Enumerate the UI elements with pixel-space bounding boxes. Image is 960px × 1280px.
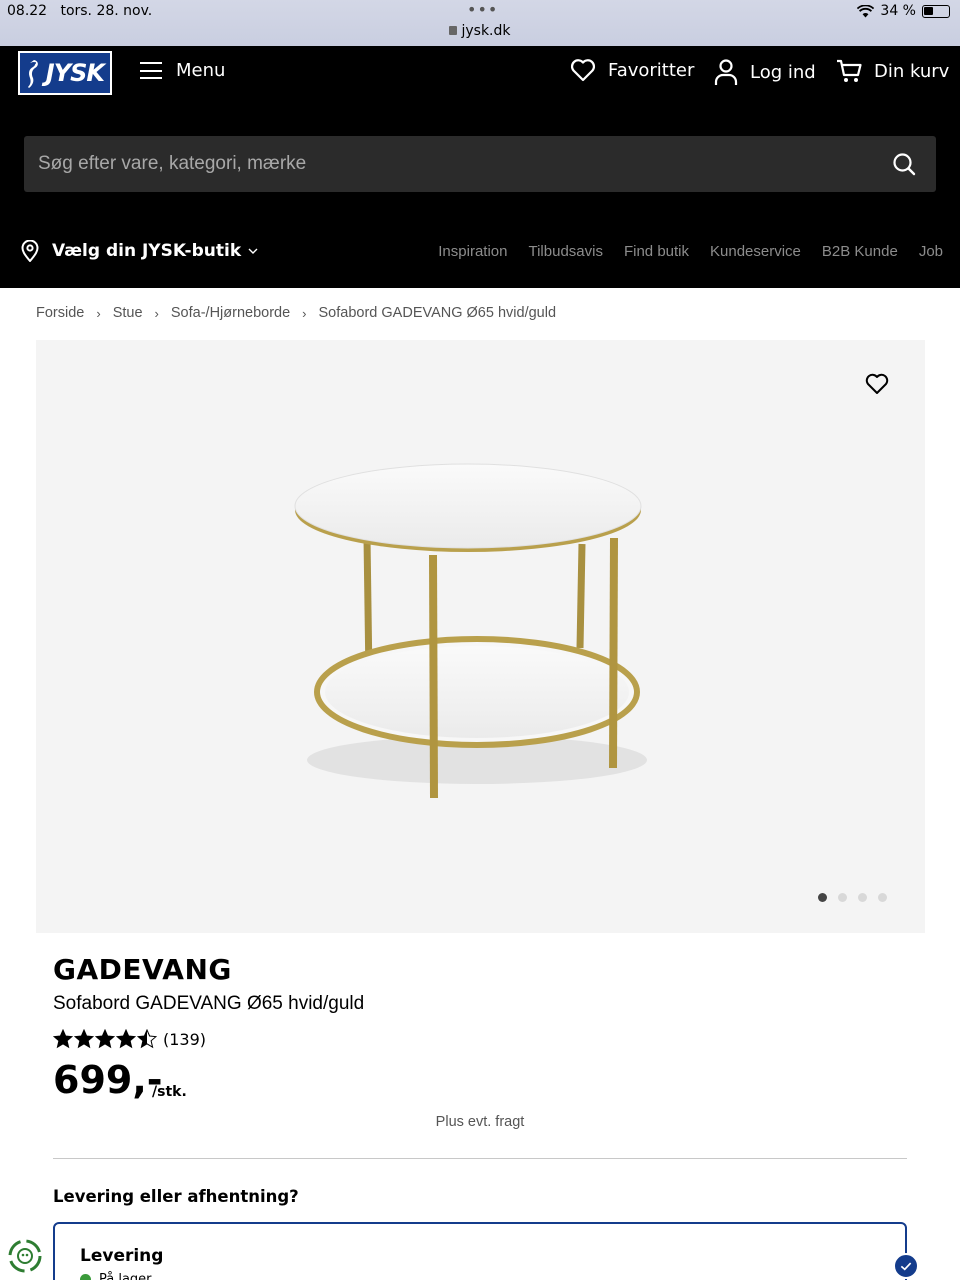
battery-percent: 34 % — [880, 3, 916, 19]
gallery-dot[interactable] — [858, 893, 867, 902]
cart-icon — [837, 59, 862, 82]
breadcrumb: Forside › Stue › Sofa-/Hjørneborde › Sof… — [36, 305, 556, 321]
product-gallery[interactable] — [36, 340, 925, 933]
nav-b2b-kunde[interactable]: B2B Kunde — [822, 243, 898, 260]
menu-label: Menu — [176, 60, 226, 81]
login-label: Log ind — [750, 61, 816, 83]
breadcrumb-current: Sofabord GADEVANG Ø65 hvid/guld — [318, 305, 557, 321]
product-rating[interactable]: (139) — [53, 1029, 206, 1049]
status-time: 08.22 tors. 28. nov. — [7, 3, 153, 19]
lock-icon — [449, 26, 458, 35]
search-icon[interactable] — [892, 152, 916, 176]
search-bar — [24, 136, 936, 192]
jysk-logo[interactable]: JYSK — [18, 51, 112, 95]
login-link[interactable]: Log ind — [714, 58, 816, 86]
stock-status: På lager — [80, 1272, 152, 1280]
wifi-icon — [857, 4, 875, 17]
location-pin-icon — [21, 240, 39, 262]
nav-kundeservice[interactable]: Kundeservice — [710, 243, 801, 260]
status-date: tors. 28. nov. — [60, 3, 153, 19]
stock-dot-icon — [80, 1274, 91, 1280]
breadcrumb-stue[interactable]: Stue — [113, 305, 143, 321]
star-icon — [137, 1029, 157, 1049]
recycle-badge-icon[interactable] — [6, 1237, 44, 1275]
url-text: jysk.dk — [461, 23, 511, 39]
gallery-dot[interactable] — [818, 893, 827, 902]
stock-status-text: På lager — [99, 1272, 152, 1280]
search-input[interactable] — [24, 136, 884, 192]
status-right: 34 % — [857, 3, 950, 19]
delivery-question: Levering eller afhentning? — [53, 1187, 299, 1206]
star-icon — [53, 1029, 73, 1049]
breadcrumb-forside[interactable]: Forside — [36, 305, 84, 321]
menu-button[interactable]: Menu — [140, 60, 225, 81]
gallery-pagination — [818, 893, 887, 902]
product-price: 699,- — [53, 1058, 163, 1102]
star-icon — [74, 1029, 94, 1049]
price-unit: /stk. — [152, 1084, 187, 1100]
add-to-favorites-heart-icon[interactable] — [864, 372, 890, 396]
gallery-dot[interactable] — [838, 893, 847, 902]
star-icon — [116, 1029, 136, 1049]
review-count: (139) — [163, 1029, 207, 1049]
shipping-note: Plus evt. fragt — [435, 1114, 525, 1130]
nav-find-butik[interactable]: Find butik — [624, 243, 689, 260]
favorites-label: Favoritter — [608, 59, 695, 81]
heart-icon — [570, 59, 596, 82]
divider — [53, 1158, 907, 1159]
breadcrumb-sofaborde[interactable]: Sofa-/Hjørneborde — [171, 305, 290, 321]
star-icon — [95, 1029, 115, 1049]
user-icon — [714, 59, 738, 85]
breadcrumb-separator: › — [302, 305, 307, 321]
chevron-down-icon — [248, 248, 258, 254]
store-selector[interactable]: Vælg din JYSK-butik — [20, 240, 259, 262]
product-name: Sofabord GADEVANG Ø65 hvid/guld — [53, 993, 365, 1014]
bird-logo-icon — [28, 60, 38, 88]
secondary-nav: Inspiration Tilbudsavis Find butik Kunde… — [438, 243, 943, 260]
gallery-dot[interactable] — [878, 893, 887, 902]
breadcrumb-separator: › — [96, 305, 101, 321]
breadcrumb-separator: › — [154, 305, 159, 321]
product-brand: GADEVANG — [53, 953, 232, 986]
site-header: JYSK Menu Favoritter Log ind Din kurv Væ… — [0, 46, 960, 288]
favorites-link[interactable]: Favoritter — [570, 58, 694, 82]
cart-label: Din kurv — [874, 60, 950, 82]
nav-job[interactable]: Job — [919, 243, 943, 260]
status-bar: 08.22 tors. 28. nov. ••• jysk.dk 34 % — [0, 0, 960, 46]
logo-text: JYSK — [45, 59, 105, 87]
rating-stars — [53, 1029, 157, 1049]
delivery-option-label: Levering — [80, 1246, 164, 1266]
nav-tilbudsavis[interactable]: Tilbudsavis — [528, 243, 602, 260]
tab-overview-dots[interactable]: ••• — [467, 0, 498, 19]
battery-icon — [922, 4, 950, 18]
nav-inspiration[interactable]: Inspiration — [438, 243, 507, 260]
product-image-coffee-table — [294, 463, 647, 799]
address-bar[interactable]: jysk.dk — [0, 23, 960, 39]
selected-check-icon — [893, 1253, 919, 1279]
store-label: Vælg din JYSK-butik — [52, 241, 242, 261]
cart-link[interactable]: Din kurv — [836, 58, 949, 84]
hamburger-icon — [140, 62, 162, 79]
delivery-option[interactable]: Levering På lager — [53, 1222, 907, 1280]
